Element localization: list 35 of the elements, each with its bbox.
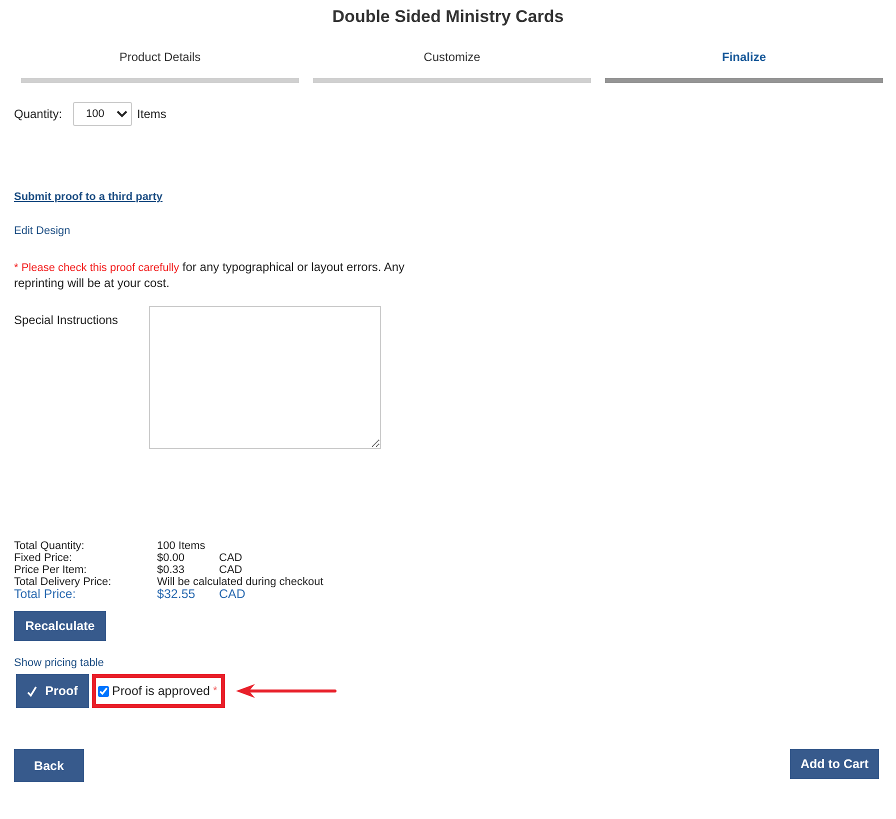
proof-notice: * Please check this proof carefully for any typographical or layout errors. Any reprinting will be at your cost. (14, 260, 406, 291)
price-value: Will be calculated during checkout (157, 576, 324, 588)
quantity-label: Quantity: (14, 107, 62, 121)
proof-approved-checkbox[interactable] (98, 686, 109, 696)
checkmark-icon (27, 686, 38, 696)
price-label: Total Price: (14, 588, 76, 601)
add-to-cart-button[interactable]: Add to Cart (790, 749, 879, 779)
special-instructions-field[interactable] (149, 306, 381, 449)
currency-label: CAD (219, 588, 246, 601)
price-label: Total Delivery Price: (14, 576, 112, 588)
price-label: Total Quantity: (14, 540, 86, 552)
submit-proof-link[interactable]: Submit proof to a third party (14, 191, 162, 203)
price-label: Fixed Price: (14, 552, 74, 564)
step-tab[interactable]: Customize (313, 50, 591, 83)
price-value: $32.55 (157, 588, 196, 601)
price-value: $0.33 (157, 564, 186, 576)
price-value: 100 Items (157, 540, 206, 552)
currency-label: CAD (219, 552, 242, 564)
proof-approved-label: Proof is approved (112, 684, 210, 698)
proof-button[interactable]: Proof (16, 674, 89, 708)
back-button[interactable]: Back (14, 749, 84, 782)
required-mark: * (212, 685, 218, 697)
step-tab[interactable]: Product Details (21, 50, 299, 83)
currency-label: CAD (219, 564, 242, 576)
recalculate-button[interactable]: Recalculate (14, 611, 106, 641)
quantity-select[interactable]: 100 (73, 102, 132, 126)
edit-design-link[interactable]: Edit Design (14, 225, 70, 237)
step-tab[interactable]: Finalize (605, 50, 883, 83)
special-instructions-label: Special Instructions (14, 312, 120, 329)
chevron-down-icon (116, 110, 128, 118)
price-label: Price Per Item: (14, 564, 88, 576)
quantity-unit: Items (137, 107, 166, 121)
page-title: Double Sided Ministry Cards (331, 7, 565, 27)
price-value: $0.00 (157, 552, 186, 564)
show-pricing-table-link[interactable]: Show pricing table (14, 657, 104, 669)
